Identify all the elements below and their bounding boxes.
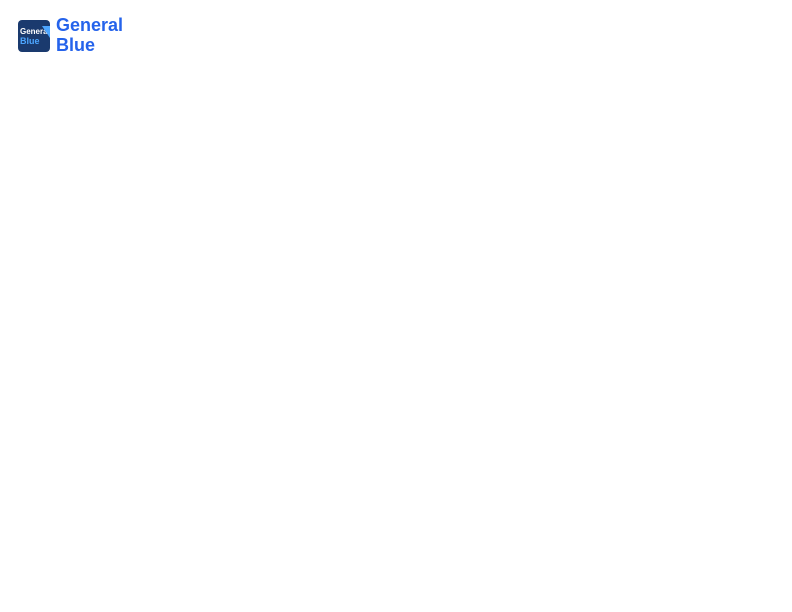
logo-subtext: Blue — [56, 36, 123, 56]
svg-text:Blue: Blue — [20, 36, 40, 46]
logo: General Blue General Blue — [16, 16, 123, 56]
page-header: General Blue General Blue — [16, 16, 776, 56]
logo-icon: General Blue — [16, 18, 52, 54]
logo-text: General — [56, 16, 123, 36]
